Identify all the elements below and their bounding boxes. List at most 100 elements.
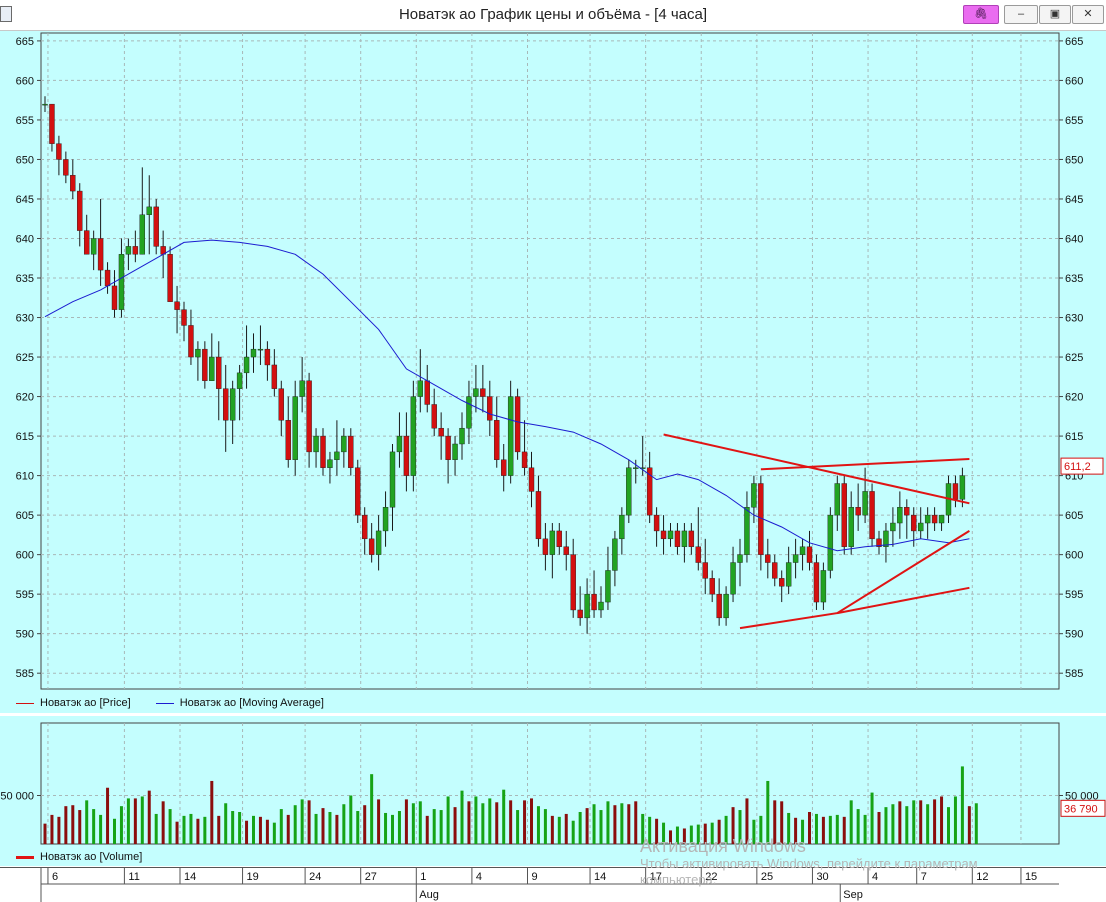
candle-body	[772, 562, 778, 579]
y-tick-label-right: 600	[1065, 550, 1083, 562]
volume-bar	[210, 780, 214, 844]
candle	[584, 578, 590, 634]
candle	[549, 523, 556, 579]
candle-body	[702, 562, 708, 579]
candle-body	[90, 238, 97, 255]
candle-body	[633, 467, 639, 469]
candle	[626, 459, 632, 524]
volume-bar	[231, 811, 235, 844]
candle-body	[153, 206, 159, 247]
volume-legend: Новатэк ао [Volume]	[16, 851, 142, 863]
candle	[306, 372, 312, 468]
y-tick-label-right: 665	[1065, 36, 1083, 48]
last-volume-label: 36 790	[1064, 803, 1098, 815]
volume-bar	[467, 801, 471, 844]
volume-bar	[356, 811, 360, 844]
candle	[132, 230, 139, 263]
candle	[646, 451, 653, 524]
candle-body	[792, 554, 799, 563]
price-panel: 665 665 660 660 655 655 650 650 645 645 640 640 635 6…	[0, 31, 1106, 713]
candle-body	[396, 435, 403, 453]
candle-body	[83, 230, 90, 255]
candle-body	[695, 546, 701, 563]
candle	[918, 507, 924, 539]
candle-body	[904, 507, 910, 516]
candle-body	[348, 435, 354, 468]
volume-bar	[523, 800, 527, 844]
volume-bar	[585, 808, 589, 844]
candle	[695, 507, 701, 571]
volume-legend-item[interactable]: Новатэк ао [Volume]	[16, 851, 142, 863]
candle-body	[438, 427, 444, 437]
price-chart[interactable]: 665 665 660 660 655 655 650 650 645 645 640 640 635 6…	[0, 31, 1106, 713]
candle-body	[417, 380, 423, 397]
volume-bar	[300, 799, 304, 844]
candle-body	[667, 530, 674, 540]
candle-body	[653, 514, 660, 532]
candle	[153, 198, 159, 255]
candle-body	[424, 380, 430, 405]
candle-body	[77, 190, 83, 231]
close-button[interactable]: ✕	[1072, 5, 1104, 24]
candle	[702, 538, 708, 595]
volume-bar	[620, 803, 624, 844]
volume-bar	[279, 809, 283, 844]
candle-body	[848, 507, 854, 547]
y-tick-label-left: 665	[16, 36, 34, 48]
volume-bar	[265, 819, 269, 844]
candle	[848, 491, 854, 555]
volume-bar	[78, 810, 82, 844]
y-tick-label-left: 600	[16, 550, 34, 562]
candle	[410, 380, 417, 492]
candle	[924, 507, 931, 539]
candle-body	[674, 530, 681, 547]
candle-body	[341, 435, 347, 453]
ma-legend-item[interactable]: Новатэк ао [Moving Average]	[155, 697, 324, 709]
y-tick-label-left: 610	[16, 471, 34, 483]
candle	[243, 325, 250, 389]
y-tick-label-left: 625	[16, 352, 34, 364]
day-label: 9	[532, 871, 538, 883]
candle	[709, 570, 715, 603]
candle-body	[264, 348, 271, 366]
candle-body	[619, 514, 625, 540]
candle-body	[202, 348, 208, 381]
window-title: Новатэк ао График цены и объёма - [4 час…	[398, 6, 708, 23]
restore-button[interactable]: ▣	[1039, 5, 1071, 24]
candle-body	[445, 435, 451, 460]
candle-body	[688, 530, 695, 547]
candle	[758, 475, 764, 571]
volume-bar	[488, 798, 492, 844]
price-legend-label: Новатэк ао [Price]	[40, 697, 131, 709]
candle-body	[56, 143, 62, 160]
candle	[222, 364, 229, 452]
candle	[389, 443, 396, 531]
candle-body	[49, 103, 55, 144]
volume-bar	[530, 798, 533, 844]
price-legend-item[interactable]: Новатэк ао [Price]	[16, 697, 131, 709]
y-tick-label-left: 595	[16, 589, 34, 601]
candle	[438, 412, 444, 460]
y-tick-label-left: 605	[16, 510, 34, 522]
candle-body	[514, 396, 521, 453]
candle-body	[570, 554, 576, 611]
candle-body	[855, 507, 861, 516]
candle-body	[897, 507, 903, 524]
volume-bar	[182, 815, 186, 844]
candle	[563, 530, 569, 571]
candle-body	[459, 427, 465, 445]
month-label: Aug	[419, 889, 439, 901]
pin-button[interactable]: 🖇	[963, 5, 999, 24]
volume-bar	[634, 801, 638, 844]
candle-body	[806, 546, 813, 563]
candle	[841, 475, 847, 555]
volume-bar	[766, 780, 770, 844]
candle	[570, 538, 576, 618]
volume-bar	[460, 790, 464, 844]
candle	[90, 230, 97, 271]
volume-bar	[64, 806, 68, 844]
volume-bar	[384, 812, 388, 844]
minimize-button[interactable]: ‒	[1004, 5, 1038, 24]
volume-bar	[272, 822, 276, 844]
volume-bar	[106, 787, 110, 844]
